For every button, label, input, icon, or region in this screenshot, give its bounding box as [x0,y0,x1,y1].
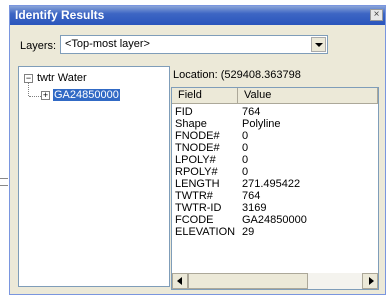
background-divider [0,178,8,186]
field-name: ELEVATION [175,226,236,238]
field-name: Shape [175,118,207,130]
scrollbar-thumb[interactable] [188,273,308,289]
field-name: LPOLY# [175,154,216,166]
table-row[interactable]: Shape Polyline [172,118,378,130]
field-name: FNODE# [175,130,220,142]
field-value: GA24850000 [242,214,307,226]
field-name: LENGTH [175,178,220,190]
field-value: 29 [242,226,255,238]
layers-label: Layers: [20,40,57,52]
title-bar[interactable]: Identify Results × [10,6,385,25]
field-value: 0 [242,154,249,166]
field-name: TWTR# [175,190,213,202]
table-row[interactable]: TWTR-ID 3169 [172,202,378,214]
close-icon: × [373,9,380,20]
tree-connector-line [28,83,29,96]
field-value: 3169 [242,202,267,214]
field-value: 764 [242,106,261,118]
table-row[interactable]: LPOLY# 0 [172,154,378,166]
column-header-field[interactable]: Field [172,88,238,104]
tree-expand-toggle[interactable]: + [41,91,50,100]
table-row[interactable]: TWTR# 764 [172,190,378,202]
field-value: 764 [242,190,261,202]
table-row[interactable]: ELEVATION 29 [172,226,378,238]
table-row[interactable]: RPOLY# 0 [172,166,378,178]
field-value: 0 [242,142,249,154]
table-row[interactable]: FID 764 [172,106,378,118]
attribute-grid: Field Value FID 764 Shape Polyline FNODE# 0… [171,87,379,290]
field-name: FCODE [175,214,214,226]
layers-dropdown-button[interactable] [311,37,326,52]
scroll-left-button[interactable] [172,273,188,289]
close-button[interactable]: × [370,9,383,21]
table-row[interactable]: FNODE# 0 [172,130,378,142]
identify-results-window: Identify Results × Layers: <Top-most lay… [9,5,386,295]
window-title: Identify Results [15,8,105,22]
field-value: Polyline [242,118,281,130]
tree-item-feature[interactable]: GA24850000 [53,89,120,101]
table-row[interactable]: LENGTH 271.495422 [172,178,378,190]
tree-connector-line [29,96,41,97]
tree-collapse-toggle[interactable]: − [24,74,33,83]
horizontal-scrollbar[interactable] [172,273,378,289]
field-name: TWTR-ID [175,202,222,214]
field-name: FID [175,106,193,118]
column-header-value[interactable]: Value [238,88,378,104]
table-row[interactable]: FCODE GA24850000 [172,214,378,226]
chevron-down-icon [315,43,323,47]
scroll-right-button[interactable] [362,273,378,289]
field-name: RPOLY# [175,166,218,178]
tree-item-layer[interactable]: twtr Water [37,72,87,84]
field-value: 271.495422 [242,178,301,190]
layers-dropdown[interactable]: <Top-most layer> [60,35,328,54]
results-tree: − twtr Water + GA24850000 [18,66,170,287]
location-readout: Location: (529408.363798 [173,69,301,81]
field-name: TNODE# [175,142,220,154]
field-value: 0 [242,166,249,178]
layers-selected-value: <Top-most layer> [65,38,150,50]
arrow-left-icon [177,277,182,285]
arrow-right-icon [369,277,374,285]
table-row[interactable]: TNODE# 0 [172,142,378,154]
field-value: 0 [242,130,249,142]
